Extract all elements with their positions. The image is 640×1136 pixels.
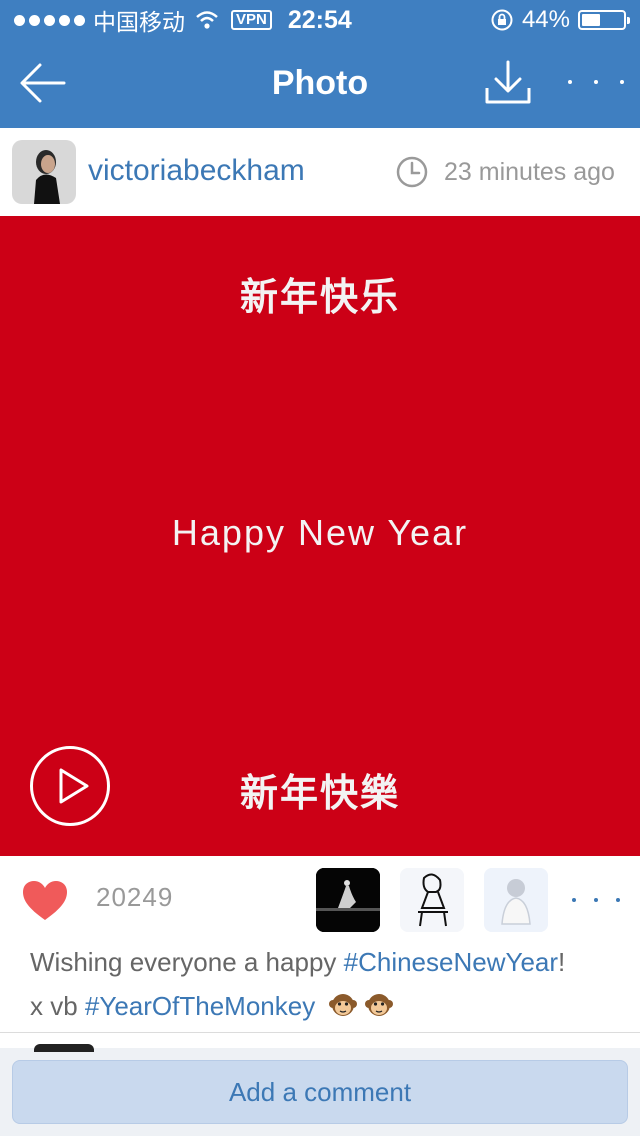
hashtag-link[interactable]: #ChineseNewYear bbox=[344, 947, 558, 977]
status-time: 22:54 bbox=[287, 5, 352, 34]
monkey-emoji bbox=[322, 991, 394, 1021]
battery-level bbox=[582, 14, 600, 26]
comment-bar: Add a comment bbox=[0, 1044, 640, 1136]
caption-text: Wishing everyone a happy bbox=[30, 947, 344, 977]
liker-avatar[interactable] bbox=[484, 868, 548, 932]
play-icon bbox=[59, 768, 89, 804]
username-link[interactable]: victoriabeckham bbox=[88, 154, 305, 188]
liker-avatar[interactable] bbox=[316, 868, 380, 932]
media-text-english: Happy New Year bbox=[171, 512, 469, 553]
like-count: 20249 bbox=[96, 882, 174, 912]
more-options-icon[interactable] bbox=[568, 70, 624, 94]
status-bar: 中国移动 VPN 22:54 44% bbox=[0, 0, 640, 40]
caption-text: ! bbox=[558, 947, 566, 977]
heart-icon[interactable] bbox=[22, 880, 68, 922]
post-timestamp: 23 minutes ago bbox=[444, 158, 615, 186]
monkey-face-icon bbox=[365, 994, 394, 1016]
likes-row: 20249 bbox=[0, 856, 640, 940]
carrier-name: 中国移动 bbox=[93, 10, 185, 36]
play-button[interactable] bbox=[30, 746, 110, 826]
navigation-bar: Photo bbox=[0, 40, 640, 128]
monkey-face-icon bbox=[329, 994, 358, 1016]
divider bbox=[0, 1032, 640, 1033]
post-media[interactable]: 新年快乐 Happy New Year 新年快樂 bbox=[0, 216, 640, 856]
clock-icon bbox=[396, 156, 428, 188]
post-header: victoriabeckham 23 minutes ago bbox=[0, 128, 640, 216]
battery-icon bbox=[578, 10, 630, 30]
avatar[interactable] bbox=[12, 140, 76, 204]
page-title: Photo bbox=[271, 64, 369, 102]
post-caption: Wishing everyone a happy #ChineseNewYear… bbox=[30, 940, 630, 1028]
add-comment-button[interactable]: Add a comment bbox=[12, 1060, 628, 1124]
battery-percentage: 44% bbox=[521, 6, 570, 33]
comment-avatar-peek bbox=[34, 1044, 94, 1052]
wifi-icon bbox=[196, 11, 218, 29]
media-text-chinese-simplified: 新年快乐 bbox=[239, 275, 400, 319]
more-likers-icon[interactable] bbox=[572, 896, 620, 904]
caption-text: x vb bbox=[30, 991, 85, 1021]
hashtag-link[interactable]: #YearOfTheMonkey bbox=[85, 991, 315, 1021]
signal-strength-icon bbox=[14, 14, 85, 26]
rotation-lock-icon bbox=[491, 9, 513, 31]
download-icon[interactable] bbox=[484, 58, 532, 110]
vpn-badge: VPN bbox=[231, 10, 272, 30]
liker-avatar[interactable] bbox=[400, 868, 464, 932]
